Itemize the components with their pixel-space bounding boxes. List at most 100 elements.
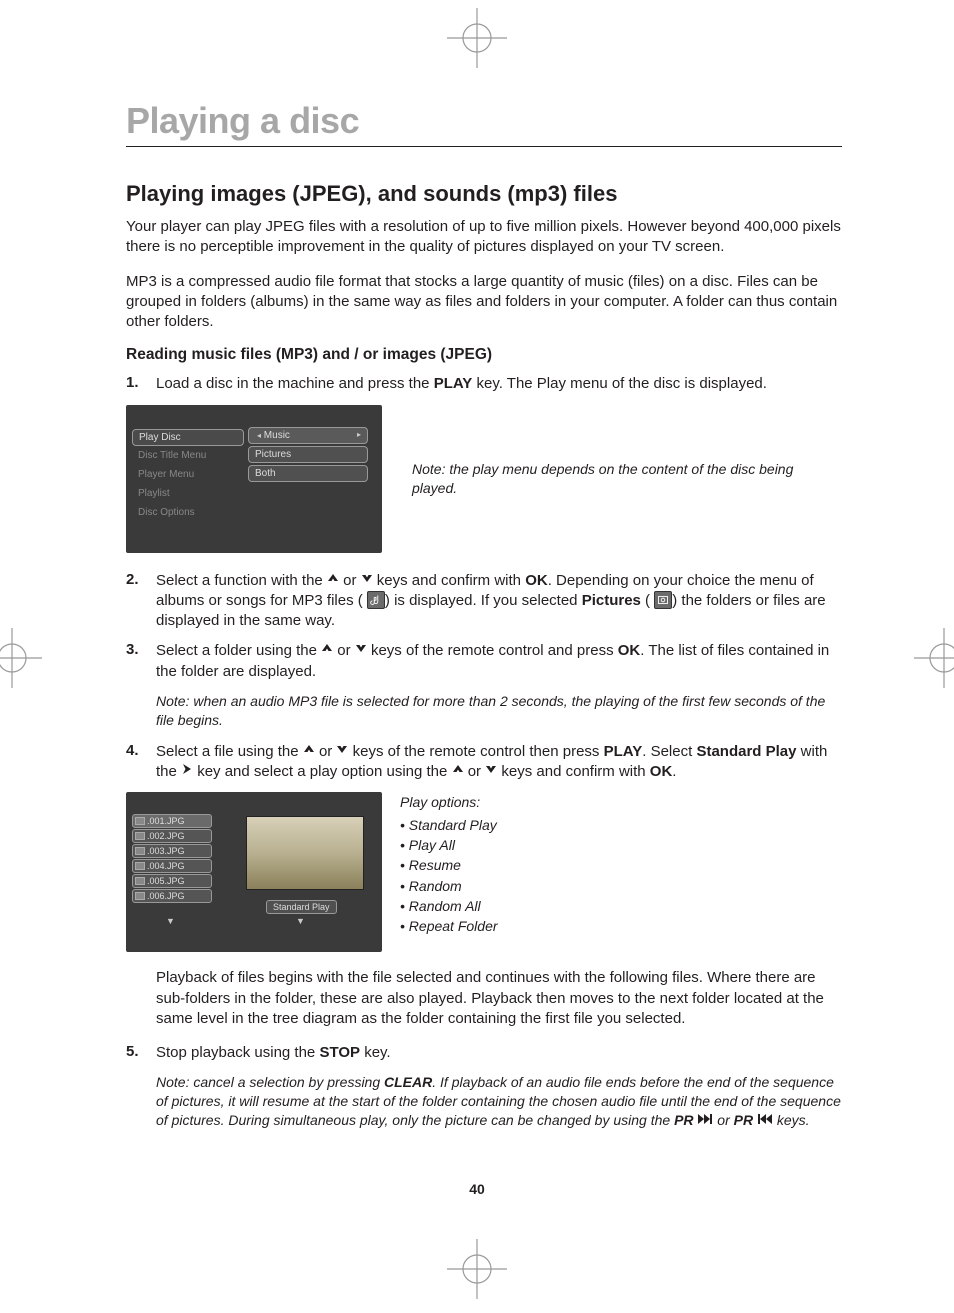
step-2: 2. Select a function with the or keys an… xyxy=(126,571,842,632)
label: Random xyxy=(409,878,462,894)
text: keys. xyxy=(777,1112,810,1128)
step-5-text: Stop playback using the STOP key. xyxy=(156,1043,842,1063)
clear-key-label: CLEAR xyxy=(384,1074,432,1090)
text: or xyxy=(468,763,486,780)
text: or xyxy=(717,1112,733,1128)
text: Select a file using the xyxy=(156,743,303,760)
file-item: .003.JPG xyxy=(132,844,212,858)
intro-paragraph-2: MP3 is a compressed audio file format th… xyxy=(126,272,842,333)
text: key. xyxy=(360,1044,391,1061)
filename: .002.JPG xyxy=(147,831,185,841)
crop-mark-top xyxy=(447,8,507,68)
figure-1-note: Note: the play menu depends on the conte… xyxy=(412,460,842,498)
step-3-text: Select a folder using the or keys of the… xyxy=(156,641,842,682)
play-options-list: Play options: • Standard Play • Play All… xyxy=(400,792,498,936)
play-option: • Resume xyxy=(400,855,498,875)
label: Play All xyxy=(409,837,455,853)
text: Stop playback using the xyxy=(156,1044,319,1061)
up-arrow-icon xyxy=(303,741,315,761)
step-2-text: Select a function with the or keys and c… xyxy=(156,571,842,632)
ok-key-label: OK xyxy=(525,572,548,589)
right-arrow-icon xyxy=(181,761,193,781)
step-3: 3. Select a folder using the or keys of … xyxy=(126,641,842,682)
stop-key-label: STOP xyxy=(319,1044,360,1061)
crop-mark-right xyxy=(914,628,954,688)
standard-play-button: Standard Play xyxy=(266,900,337,914)
label: Standard Play xyxy=(409,817,497,833)
label: Random All xyxy=(409,898,481,914)
step-5-note: Note: cancel a selection by pressing CLE… xyxy=(156,1073,842,1131)
play-option: • Play All xyxy=(400,835,498,855)
chevron-down-icon: ▼ xyxy=(166,916,175,926)
file-item: .006.JPG xyxy=(132,889,212,903)
text: keys of the remote control and press xyxy=(371,642,618,659)
menu-item-disc-title: Disc Title Menu xyxy=(132,446,244,465)
text: or xyxy=(343,572,361,589)
pictures-label: Pictures xyxy=(582,592,641,609)
next-track-icon xyxy=(697,1111,713,1130)
crop-mark-bottom xyxy=(447,1239,507,1299)
play-option: • Repeat Folder xyxy=(400,916,498,936)
text: or xyxy=(337,642,355,659)
chevron-down-icon: ▼ xyxy=(296,916,305,926)
ok-key-label: OK xyxy=(650,763,673,780)
step-3-note: Note: when an audio MP3 file is selected… xyxy=(156,692,842,730)
text: . Select xyxy=(642,743,696,760)
thumb-icon xyxy=(135,847,145,855)
text: ( xyxy=(641,592,650,609)
thumb-icon xyxy=(135,817,145,825)
filename: .004.JPG xyxy=(147,861,185,871)
filename: .003.JPG xyxy=(147,846,185,856)
step-4-continuation: Playback of files begins with the file s… xyxy=(156,968,842,1029)
submenu-music: ◂ Music ▸ xyxy=(248,427,368,444)
text: or xyxy=(319,743,337,760)
step-4-text: Select a file using the or keys of the r… xyxy=(156,742,842,783)
filename: .001.JPG xyxy=(147,816,185,826)
play-option: • Random All xyxy=(400,896,498,916)
submenu-pictures: Pictures xyxy=(248,446,368,463)
prev-track-icon xyxy=(757,1111,773,1130)
pr-key-label: PR xyxy=(674,1112,693,1128)
text: key. The Play menu of the disc is displa… xyxy=(472,375,767,392)
section-heading: Playing images (JPEG), and sounds (mp3) … xyxy=(126,181,842,207)
text: Select a folder using the xyxy=(156,642,321,659)
picture-file-icon xyxy=(654,591,672,609)
file-item: .004.JPG xyxy=(132,859,212,873)
music-file-icon xyxy=(367,591,385,609)
up-arrow-icon xyxy=(321,640,333,660)
menu-item-play-disc: Play Disc xyxy=(132,429,244,446)
submenu-both: Both xyxy=(248,465,368,482)
play-key-label: PLAY xyxy=(604,743,643,760)
text: keys and confirm with xyxy=(501,763,649,780)
thumb-icon xyxy=(135,832,145,840)
text: keys and confirm with xyxy=(377,572,525,589)
file-item: .002.JPG xyxy=(132,829,212,843)
step-5: 5. Stop playback using the STOP key. xyxy=(126,1043,842,1063)
ok-key-label: OK xyxy=(618,642,641,659)
preview-image xyxy=(246,816,364,890)
label: Resume xyxy=(409,857,461,873)
step-number: 2. xyxy=(126,571,156,632)
text: Load a disc in the machine and press the xyxy=(156,375,434,392)
intro-paragraph-1: Your player can play JPEG files with a r… xyxy=(126,217,842,258)
play-key-label: PLAY xyxy=(434,375,473,392)
label: Repeat Folder xyxy=(409,918,498,934)
down-arrow-icon xyxy=(485,761,497,781)
step-1-text: Load a disc in the machine and press the… xyxy=(156,374,842,394)
play-option: • Random xyxy=(400,876,498,896)
text: key and select a play option using the xyxy=(197,763,451,780)
page-title: Playing a disc xyxy=(126,100,842,147)
up-arrow-icon xyxy=(452,761,464,781)
file-item: .005.JPG xyxy=(132,874,212,888)
text: ) is displayed. If you selected xyxy=(385,592,582,609)
step-number: 4. xyxy=(126,742,156,783)
page-number: 40 xyxy=(0,1181,954,1197)
thumb-icon xyxy=(135,877,145,885)
down-arrow-icon xyxy=(355,640,367,660)
up-arrow-icon xyxy=(327,570,339,590)
step-1: 1. Load a disc in the machine and press … xyxy=(126,374,842,394)
menu-item-playlist: Playlist xyxy=(132,484,244,503)
menu-item-disc-options: Disc Options xyxy=(132,503,244,522)
file-browser-screenshot: .001.JPG .002.JPG .003.JPG .004.JPG .005… xyxy=(126,792,382,952)
filename: .005.JPG xyxy=(147,876,185,886)
